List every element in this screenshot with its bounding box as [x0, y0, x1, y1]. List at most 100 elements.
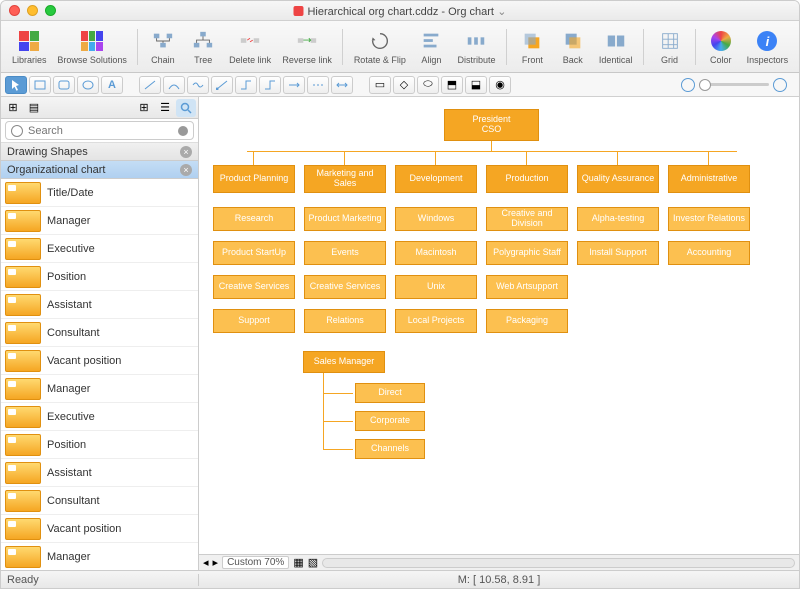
org-box[interactable]: Product Marketing — [304, 207, 386, 231]
org-box[interactable]: Production — [486, 165, 568, 193]
shape-item[interactable]: Manager — [1, 543, 198, 570]
scroll-mode-2[interactable]: ▧ — [308, 556, 318, 569]
org-box[interactable]: Product Planning — [213, 165, 295, 193]
search-input[interactable] — [5, 121, 194, 140]
connector1-tool[interactable] — [211, 76, 233, 94]
grid-button[interactable]: Grid — [650, 26, 688, 67]
reverse-link-button[interactable]: Reverse link — [278, 26, 337, 67]
shape-item[interactable]: Position — [1, 431, 198, 459]
org-box[interactable]: Sales Manager — [303, 351, 385, 373]
browse-solutions-button[interactable]: Browse Solutions — [53, 26, 130, 67]
org-box[interactable]: Administrative — [668, 165, 750, 193]
org-box[interactable]: Macintosh — [395, 241, 477, 265]
org-box[interactable]: Alpha-testing — [577, 207, 659, 231]
shape-item[interactable]: Position — [1, 263, 198, 291]
scroll-left[interactable]: ◂ — [203, 556, 209, 569]
back-button[interactable]: Back — [554, 26, 592, 67]
org-box[interactable]: Investor Relations — [668, 207, 750, 231]
spline-tool[interactable] — [187, 76, 209, 94]
org-box[interactable]: Unix — [395, 275, 477, 299]
rotate-flip-button[interactable]: Rotate & Flip — [349, 26, 410, 67]
org-box[interactable]: Product StartUp — [213, 241, 295, 265]
arc-tool[interactable] — [163, 76, 185, 94]
canvas[interactable]: PresidentCSO Product Planning Marketing an… — [199, 97, 799, 554]
org-box[interactable]: Channels — [355, 439, 425, 459]
org-box[interactable]: PresidentCSO — [444, 109, 539, 141]
connector6-tool[interactable] — [331, 76, 353, 94]
shape-item[interactable]: Title/Date — [1, 179, 198, 207]
org-box[interactable]: Creative Services — [304, 275, 386, 299]
org-box[interactable]: Corporate — [355, 411, 425, 431]
org-box[interactable]: Web Artsupport — [486, 275, 568, 299]
shape-item[interactable]: Vacant position — [1, 347, 198, 375]
org-box[interactable]: Events — [304, 241, 386, 265]
chain-button[interactable]: Chain — [144, 26, 182, 67]
shape-item[interactable]: Consultant — [1, 487, 198, 515]
connector3-tool[interactable] — [259, 76, 281, 94]
delete-link-button[interactable]: Delete link — [224, 26, 276, 67]
zoom-out-icon[interactable] — [681, 78, 695, 92]
org-box[interactable]: Accounting — [668, 241, 750, 265]
zoom-in-icon[interactable] — [773, 78, 787, 92]
org-box[interactable]: Relations — [304, 309, 386, 333]
shape3-tool[interactable]: ⬭ — [417, 76, 439, 94]
scroll-right[interactable]: ▸ — [213, 556, 219, 569]
shape5-tool[interactable]: ⬓ — [465, 76, 487, 94]
section-org-chart[interactable]: Organizational chart× — [1, 161, 198, 179]
org-box[interactable]: Polygraphic Staff — [486, 241, 568, 265]
maximize-window-button[interactable] — [45, 5, 56, 16]
org-box[interactable]: Quality Assurance — [577, 165, 659, 193]
sidebar-tab-1[interactable]: ⊞ — [3, 99, 23, 117]
org-box[interactable]: Direct — [355, 383, 425, 403]
close-window-button[interactable] — [9, 5, 20, 16]
org-box[interactable]: Marketing and Sales — [304, 165, 386, 193]
shape-item[interactable]: Manager — [1, 375, 198, 403]
zoom-slider[interactable] — [681, 78, 787, 92]
shape-item[interactable]: Executive — [1, 235, 198, 263]
identical-button[interactable]: Identical — [594, 26, 638, 67]
pointer-tool[interactable] — [5, 76, 27, 94]
shape-item[interactable]: Executive — [1, 403, 198, 431]
close-section-icon[interactable]: × — [180, 164, 192, 176]
org-box[interactable]: Research — [213, 207, 295, 231]
minimize-window-button[interactable] — [27, 5, 38, 16]
connector5-tool[interactable] — [307, 76, 329, 94]
distribute-button[interactable]: Distribute — [453, 26, 501, 67]
align-button[interactable]: Align — [412, 26, 450, 67]
shape4-tool[interactable]: ⬒ — [441, 76, 463, 94]
color-button[interactable]: Color — [702, 26, 740, 67]
ellipse-tool[interactable] — [77, 76, 99, 94]
close-section-icon[interactable]: × — [180, 146, 192, 158]
org-box[interactable]: Install Support — [577, 241, 659, 265]
tree-button[interactable]: Tree — [184, 26, 222, 67]
shape6-tool[interactable]: ◉ — [489, 76, 511, 94]
org-box[interactable]: Development — [395, 165, 477, 193]
section-drawing-shapes[interactable]: Drawing Shapes× — [1, 143, 198, 161]
org-box[interactable]: Support — [213, 309, 295, 333]
shape2-tool[interactable]: ◇ — [393, 76, 415, 94]
line-tool[interactable] — [139, 76, 161, 94]
sidebar-search-tab[interactable] — [176, 99, 196, 117]
zoom-level[interactable]: Custom 70% — [222, 556, 289, 569]
sidebar-view-list[interactable]: ☰ — [155, 99, 175, 117]
shape-item[interactable]: Assistant — [1, 291, 198, 319]
sidebar-view-grid[interactable]: ⊞ — [134, 99, 154, 117]
front-button[interactable]: Front — [513, 26, 551, 67]
org-box[interactable]: Creative Services — [213, 275, 295, 299]
shape-item[interactable]: Assistant — [1, 459, 198, 487]
sidebar-tab-2[interactable]: ▤ — [24, 99, 44, 117]
shape1-tool[interactable]: ▭ — [369, 76, 391, 94]
org-box[interactable]: Local Projects — [395, 309, 477, 333]
inspectors-button[interactable]: iInspectors — [742, 26, 793, 67]
org-box[interactable]: Creative and Division — [486, 207, 568, 231]
rounded-rect-tool[interactable] — [53, 76, 75, 94]
horizontal-scrollbar[interactable] — [322, 558, 795, 568]
text-tool[interactable]: A — [101, 76, 123, 94]
rect-tool[interactable] — [29, 76, 51, 94]
org-box[interactable]: Packaging — [486, 309, 568, 333]
libraries-button[interactable]: Libraries — [7, 26, 51, 67]
shape-item[interactable]: Manager — [1, 207, 198, 235]
org-box[interactable]: Windows — [395, 207, 477, 231]
connector4-tool[interactable] — [283, 76, 305, 94]
scroll-mode-1[interactable]: ▦ — [293, 556, 303, 569]
